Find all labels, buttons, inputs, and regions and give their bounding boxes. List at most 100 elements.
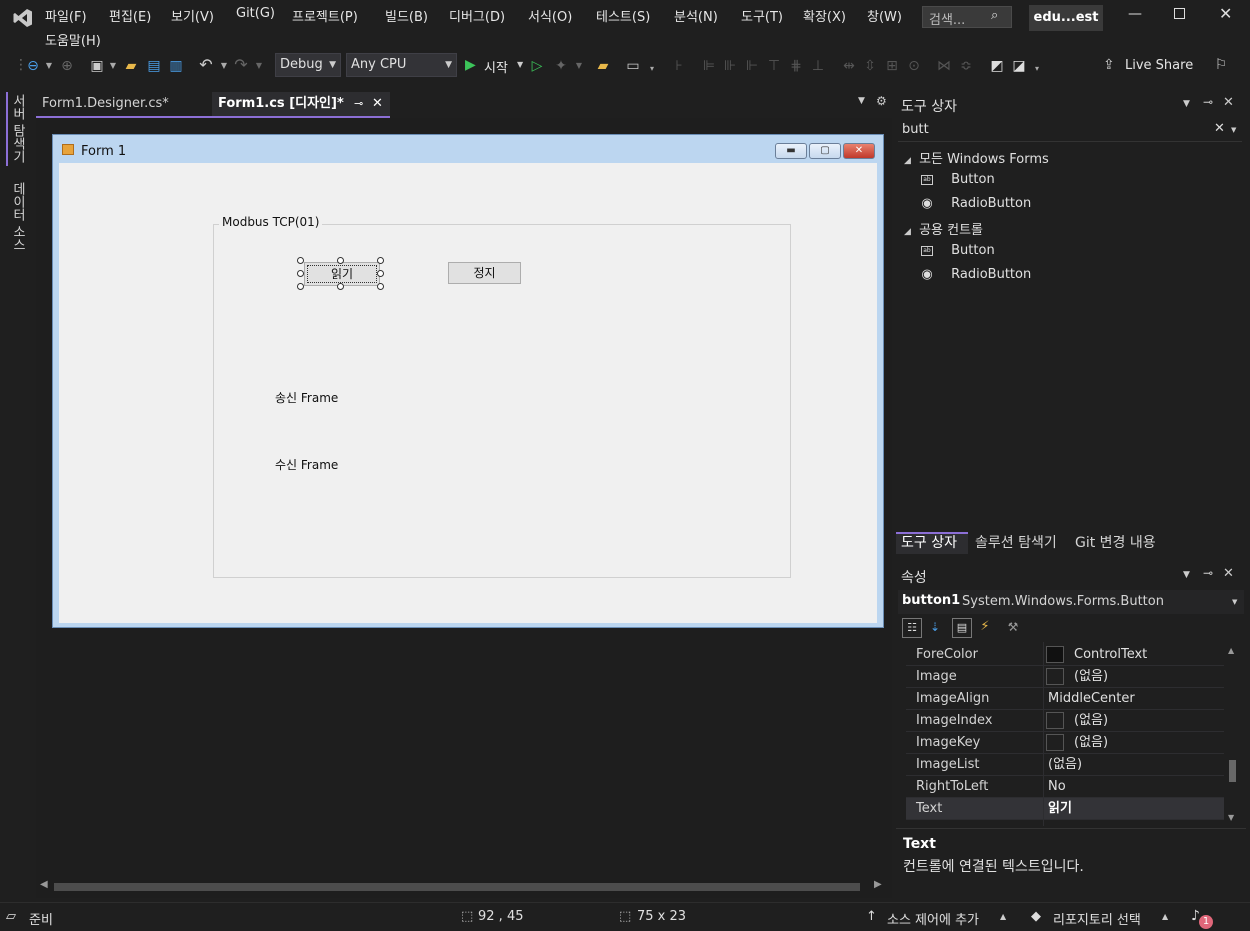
scroll-thumb[interactable] — [54, 883, 860, 891]
menu-tools[interactable]: 도구(T) — [741, 6, 783, 25]
chevron-down-icon[interactable]: ▼ — [40, 57, 58, 75]
form-preview-window[interactable]: Form 1 ▬ ▢ ✕ Modbus TCP(01) 읽기 정지 송신 Fra… — [52, 134, 884, 628]
form-minimize-icon[interactable]: ▬ — [775, 143, 807, 159]
redo-icon[interactable]: ↷ — [232, 56, 250, 74]
send-to-back-icon[interactable]: ◪ — [1010, 57, 1028, 75]
menu-view[interactable]: 보기(V) — [171, 6, 214, 25]
open-folder-icon[interactable]: ▰ — [122, 57, 140, 75]
property-row-image[interactable]: Image (없음) — [906, 666, 1224, 688]
save-all-icon[interactable]: ▥ — [167, 57, 185, 75]
stop-button[interactable]: 정지 — [448, 262, 521, 284]
menu-project[interactable]: 프로젝트(P) — [292, 6, 358, 25]
close-tab-icon[interactable]: ✕ — [372, 92, 383, 116]
property-row-imagelist[interactable]: ImageList (없음) — [906, 754, 1224, 776]
browse-folder-icon[interactable]: ▰ — [594, 57, 612, 75]
align-rights-icon[interactable]: ⊩ — [743, 57, 761, 75]
scroll-thumb[interactable] — [1229, 760, 1236, 782]
selection-handle[interactable] — [377, 283, 384, 290]
clear-search-icon[interactable]: ✕ — [1214, 121, 1225, 136]
panel-menu-icon[interactable]: ▼ — [1183, 570, 1190, 580]
navigate-forward-icon[interactable]: ⊕ — [58, 57, 76, 75]
menu-test[interactable]: 테스트(S) — [596, 6, 650, 25]
save-icon[interactable]: ▤ — [145, 57, 163, 75]
horizontal-spacing-icon[interactable]: ⋈ — [935, 57, 953, 75]
selection-handle[interactable] — [297, 257, 304, 264]
property-row-imageindex[interactable]: ImageIndex (없음) — [906, 710, 1224, 732]
menu-analyze[interactable]: 분석(N) — [674, 6, 718, 25]
zoom-icon[interactable]: ⊙ — [905, 57, 923, 75]
align-grid-icon[interactable]: ⊦ — [670, 57, 688, 75]
chevron-down-icon[interactable]: ▾ — [643, 60, 661, 78]
align-bottoms-icon[interactable]: ⊥ — [809, 57, 827, 75]
undo-icon[interactable]: ↶ — [197, 56, 215, 74]
designer-hscrollbar[interactable]: ◀ ▶ — [36, 878, 888, 896]
menu-debug[interactable]: 디버그(D) — [449, 6, 505, 25]
scroll-up-icon[interactable]: ▲ — [1228, 646, 1234, 655]
size-to-grid-icon[interactable]: ⊞ — [883, 57, 901, 75]
solution-config-dropdown[interactable]: Debug ▼ — [275, 53, 341, 77]
feedback-icon[interactable]: ⚐ — [1212, 56, 1230, 74]
property-row-forecolor[interactable]: ForeColor ControlText — [906, 644, 1224, 666]
toolbox-item-radiobutton[interactable]: ◉ RadioButton — [921, 196, 1031, 211]
tab-form1-designer-cs[interactable]: Form1.Designer.cs* — [36, 92, 208, 116]
properties-view-icon[interactable]: ▤ — [952, 618, 972, 638]
menu-help[interactable]: 도움말(H) — [45, 30, 101, 49]
scroll-left-icon[interactable]: ◀ — [40, 879, 48, 890]
align-middles-icon[interactable]: ⋕ — [787, 57, 805, 75]
selection-handle[interactable] — [377, 257, 384, 264]
object-selector-dropdown[interactable]: button1 System.Windows.Forms.Button ▼ — [898, 590, 1244, 614]
chevron-down-icon[interactable]: ▼ — [250, 57, 268, 75]
align-centers-icon[interactable]: ⊪ — [721, 57, 739, 75]
toolbox-item-button[interactable]: ab Button — [921, 172, 995, 187]
tab-toolbox[interactable]: 도구 상자 — [896, 532, 968, 554]
scroll-right-icon[interactable]: ▶ — [874, 879, 882, 890]
property-pages-wrench-icon[interactable]: ⚒ — [1004, 618, 1022, 638]
toolbox-group-common-controls[interactable]: ◢ 공용 컨트롤 — [904, 219, 983, 238]
pin-icon[interactable]: ⊸ — [1203, 566, 1213, 580]
property-row-righttoleft[interactable]: RightToLeft No — [906, 776, 1224, 798]
menu-edit[interactable]: 편집(E) — [109, 6, 151, 25]
maximize-icon[interactable] — [1174, 8, 1185, 19]
scroll-down-icon[interactable]: ▼ — [1228, 813, 1234, 822]
minimize-icon[interactable]: — — [1128, 6, 1142, 22]
form-close-icon[interactable]: ✕ — [843, 143, 875, 159]
form-maximize-icon[interactable]: ▢ — [809, 143, 841, 159]
align-tops-icon[interactable]: ⊤ — [765, 57, 783, 75]
search-box[interactable]: 검색... ⌕ — [922, 6, 1012, 28]
selection-handle[interactable] — [337, 283, 344, 290]
chevron-down-icon[interactable]: ▼ — [104, 57, 122, 75]
bring-to-front-icon[interactable]: ◩ — [988, 57, 1006, 75]
alphabetical-icon[interactable]: ⇣ — [926, 618, 944, 638]
menu-extensions[interactable]: 확장(X) — [803, 6, 846, 25]
settings-gear-icon[interactable]: ⚙ — [876, 94, 887, 108]
window-layout-icon[interactable]: ▭ — [624, 57, 642, 75]
menu-format[interactable]: 서식(O) — [528, 6, 572, 25]
menu-git[interactable]: Git(G) — [236, 6, 275, 21]
toolbox-item-radiobutton[interactable]: ◉ RadioButton — [921, 267, 1031, 282]
property-row-imagealign[interactable]: ImageAlign MiddleCenter — [906, 688, 1224, 710]
toolbox-item-button[interactable]: ab Button — [921, 243, 995, 258]
chevron-down-icon[interactable]: ▼ — [570, 57, 588, 75]
vertical-spacing-icon[interactable]: ≎ — [957, 57, 975, 75]
menu-file[interactable]: 파일(F) — [45, 6, 87, 25]
tab-git-changes[interactable]: Git 변경 내용 — [1070, 532, 1162, 554]
menu-window[interactable]: 창(W) — [867, 6, 902, 25]
menu-build[interactable]: 빌드(B) — [385, 6, 428, 25]
data-sources-tab[interactable]: 데이터 소스 — [8, 182, 27, 251]
selection-handle[interactable] — [297, 283, 304, 290]
visual-studio-logo-icon[interactable] — [12, 7, 34, 29]
tab-solution-explorer[interactable]: 솔루션 탐색기 — [970, 532, 1068, 554]
make-same-height-icon[interactable]: ⇳ — [861, 57, 879, 75]
selection-handle[interactable] — [337, 257, 344, 264]
chevron-down-icon[interactable]: ▼ — [215, 57, 233, 75]
tab-form1-design[interactable]: Form1.cs [디자인]* ⊸ ✕ — [212, 92, 390, 116]
categorized-icon[interactable]: ☷ — [902, 618, 922, 638]
panel-menu-icon[interactable]: ▼ — [1183, 99, 1190, 109]
events-lightning-icon[interactable]: ⚡ — [976, 618, 994, 638]
property-grid-scrollbar[interactable]: ▲ ▼ — [1226, 642, 1240, 826]
property-row-imagekey[interactable]: ImageKey (없음) — [906, 732, 1224, 754]
close-panel-icon[interactable]: ✕ — [1223, 566, 1234, 581]
solution-name-badge[interactable]: edu...est — [1029, 5, 1103, 31]
tab-list-dropdown-icon[interactable]: ▼ — [858, 96, 865, 106]
selection-handle[interactable] — [297, 270, 304, 277]
